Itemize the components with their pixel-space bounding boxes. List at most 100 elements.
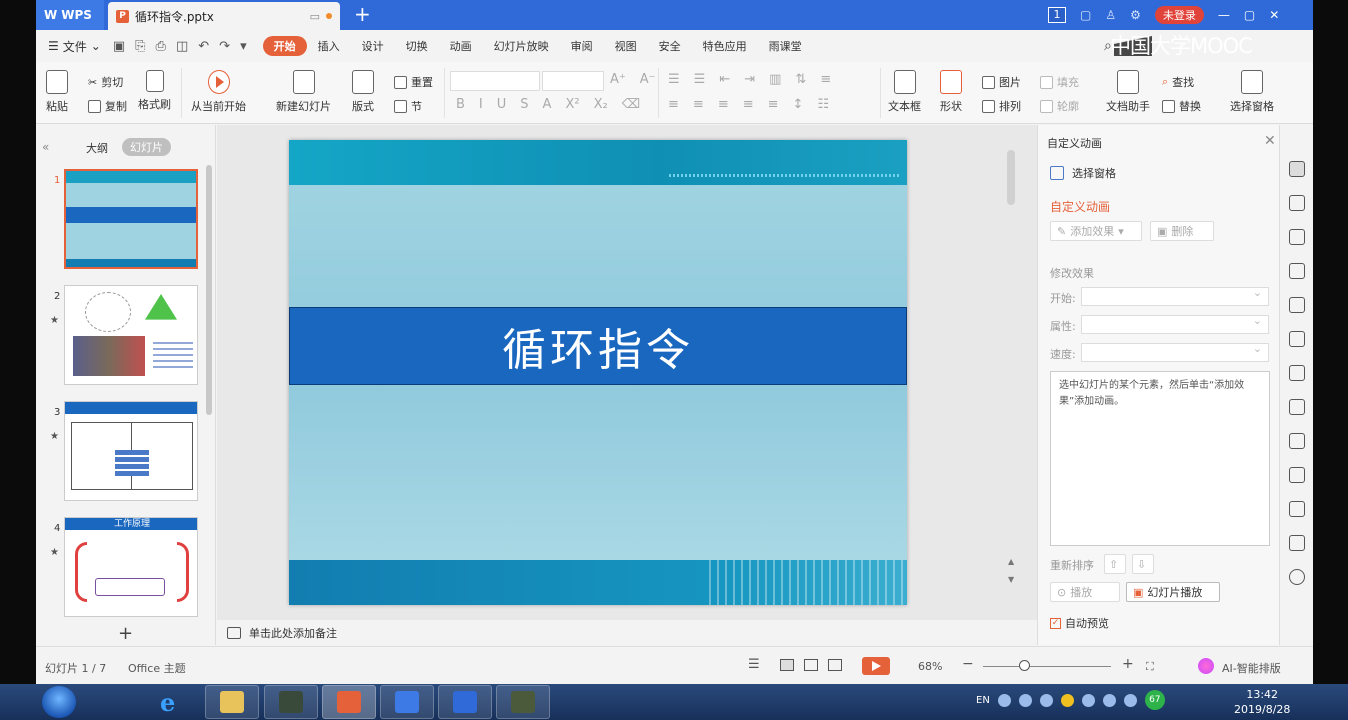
canvas-scrollbar[interactable] — [1007, 150, 1015, 205]
keyboard-tray-icon[interactable] — [1018, 693, 1032, 707]
cut-button[interactable]: ✂ 剪切 — [88, 74, 123, 90]
slide-title[interactable]: 循环指令 — [502, 314, 694, 378]
slide-thumbnail-4[interactable]: 工作原理 — [64, 517, 198, 617]
play-button[interactable]: ⊙ 播放 — [1050, 582, 1120, 602]
superscript-icon[interactable]: X² — [565, 97, 579, 112]
slideshow-button[interactable]: ▣ 幻灯片播放 — [1126, 582, 1220, 602]
security-badge[interactable]: 67 — [1144, 690, 1165, 710]
reading-view-icon[interactable] — [828, 659, 842, 671]
section-button[interactable]: 节 — [394, 98, 422, 114]
slides-scrollbar[interactable] — [206, 165, 212, 415]
help-tray-icon[interactable] — [997, 693, 1011, 707]
print-preview-icon[interactable]: ◫ — [176, 39, 188, 54]
normal-view-icon[interactable] — [780, 659, 794, 671]
redo-icon[interactable]: ↷ — [219, 39, 230, 54]
taskbar-app-2[interactable] — [264, 685, 318, 719]
new-slide-button[interactable]: 新建幻灯片 — [276, 70, 331, 114]
taskbar-app-5[interactable] — [438, 685, 492, 719]
taskbar-wps-presentation[interactable] — [322, 685, 376, 719]
audio-icon[interactable] — [1289, 467, 1305, 483]
favorites-star-icon[interactable] — [1289, 331, 1305, 347]
tab-review[interactable]: 审阅 — [560, 36, 604, 56]
start-button[interactable] — [42, 686, 76, 718]
transition-pane-icon[interactable] — [1289, 195, 1305, 211]
print-icon[interactable]: ⎙ — [156, 39, 166, 54]
italic-icon[interactable]: I — [479, 97, 483, 112]
volume-icon[interactable] — [1123, 693, 1137, 707]
fit-window-icon[interactable]: ⛶ — [1146, 660, 1154, 674]
system-clock[interactable]: 13:42 2019/8/28 — [1234, 687, 1290, 717]
shape-button[interactable]: 形状 — [940, 70, 962, 114]
zoom-slider-track[interactable] — [983, 666, 1111, 667]
align-center-icon[interactable]: ≡ — [693, 97, 704, 112]
notes-area[interactable]: 单击此处添加备注 — [217, 620, 1037, 646]
tab-design[interactable]: 设计 — [351, 36, 395, 56]
login-button[interactable]: 未登录 — [1154, 6, 1204, 24]
save-icon[interactable]: ▣ — [113, 39, 125, 54]
properties-pane-icon[interactable] — [1289, 263, 1305, 279]
monitor-icon[interactable]: ▭ — [310, 10, 320, 23]
paste-button[interactable]: 粘贴 — [46, 70, 68, 114]
theme-name[interactable]: Office 主题 — [128, 660, 186, 676]
language-indicator[interactable]: EN — [976, 695, 990, 706]
property-select[interactable] — [1081, 314, 1269, 334]
font-color-icon[interactable]: A — [543, 97, 552, 112]
share-icon[interactable] — [1289, 399, 1305, 415]
panel-header[interactable]: 自定义动画 — [1047, 135, 1102, 151]
text-direction-icon[interactable]: ⇅ — [795, 72, 806, 87]
bullets-icon[interactable]: ☰ — [668, 72, 680, 87]
select-pane-link[interactable]: 选择窗格 — [1050, 165, 1116, 181]
customize-dropdown-icon[interactable]: ▾ — [240, 39, 247, 54]
grow-font-icon[interactable]: A⁺ — [610, 72, 626, 87]
close-panel-icon[interactable]: ✕ — [1264, 133, 1276, 149]
tab-transition[interactable]: 切换 — [395, 36, 439, 56]
tab-special[interactable]: 特色应用 — [692, 36, 758, 56]
tab-home[interactable]: 开始 — [262, 36, 307, 56]
align-left-icon[interactable]: ≡ — [668, 97, 679, 112]
taskbar-explorer[interactable] — [205, 685, 259, 719]
textbox-button[interactable]: 文本框 — [888, 70, 921, 114]
zoom-out-button[interactable]: − — [962, 656, 974, 672]
shirt-icon[interactable]: ♙ — [1105, 8, 1116, 22]
settings-icon[interactable]: ⚙ — [1130, 8, 1141, 22]
copy-button[interactable]: 复制 — [88, 98, 127, 114]
speed-select[interactable] — [1081, 342, 1269, 362]
tab-view[interactable]: 视图 — [604, 36, 648, 56]
notes-toggle-icon[interactable]: ☰ — [748, 657, 760, 672]
taskbar-wps-writer[interactable] — [380, 685, 434, 719]
arrange-button[interactable]: 排列 — [982, 98, 1021, 114]
outline-tab[interactable]: 大纲 — [86, 140, 108, 156]
maximize-icon[interactable]: ▢ — [1244, 8, 1255, 22]
new-tab-button[interactable]: + — [354, 4, 371, 24]
animation-list[interactable]: 选中幻灯片的某个元素，然后单击“添加效果”添加动画。 — [1050, 371, 1270, 546]
tab-slideshow[interactable]: 幻灯片放映 — [483, 36, 560, 56]
move-down-button[interactable]: ⇩ — [1132, 554, 1154, 574]
add-slide-button[interactable]: + — [118, 623, 133, 644]
picture-button[interactable]: 图片 — [982, 74, 1021, 90]
ai-layout-button[interactable]: AI-智能排版 — [1222, 660, 1281, 676]
find-button[interactable]: ⌕ 查找 — [1162, 74, 1194, 90]
select-pane-button[interactable]: 选择窗格 — [1230, 70, 1274, 114]
slide-thumbnail-2[interactable] — [64, 285, 198, 385]
app-tray-icon[interactable] — [1039, 693, 1053, 707]
distribute-icon[interactable]: ≡ — [768, 97, 779, 112]
autopreview-checkbox[interactable]: ✓ 自动预览 — [1050, 615, 1109, 631]
tab-security[interactable]: 安全 — [648, 36, 692, 56]
tab-animation[interactable]: 动画 — [439, 36, 483, 56]
font-family-select[interactable] — [450, 71, 540, 91]
archive-icon[interactable] — [1289, 365, 1305, 381]
tab-insert[interactable]: 插入 — [307, 36, 351, 56]
replace-button[interactable]: 替换 — [1162, 98, 1201, 114]
format-painter-button[interactable]: 格式刷 — [138, 70, 171, 112]
zoom-level[interactable]: 68% — [918, 660, 942, 673]
align-right-icon[interactable]: ≡ — [718, 97, 729, 112]
collapse-panel-icon[interactable]: « — [42, 140, 49, 154]
internet-explorer-icon[interactable]: e — [160, 688, 175, 717]
image-icon[interactable] — [1289, 433, 1305, 449]
delete-effect-button[interactable]: ▣ 删除 — [1150, 221, 1214, 241]
current-slide[interactable]: 循环指令 — [289, 140, 907, 605]
zoom-slider-knob[interactable] — [1019, 660, 1030, 671]
subscript-icon[interactable]: X₂ — [594, 97, 608, 112]
window-count-badge[interactable]: 1 — [1048, 7, 1066, 23]
animation-pane-icon[interactable] — [1289, 161, 1305, 177]
